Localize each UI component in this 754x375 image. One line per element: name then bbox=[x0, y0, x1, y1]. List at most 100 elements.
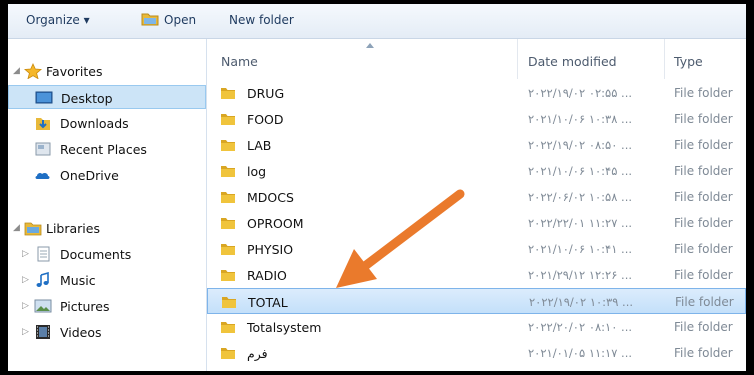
file-date-modified: ۲۰۲۱/۲۹/۱۲ ۱۲:۲۶ ... bbox=[528, 268, 633, 282]
onedrive-icon bbox=[35, 172, 50, 179]
folder-icon bbox=[221, 270, 235, 281]
file-date-modified: ۲۰۲۲/۲۰/۰۲ ۰۸:۱۰ ... bbox=[528, 320, 633, 334]
collapse-arrow-icon[interactable]: ◢ bbox=[13, 223, 20, 233]
nav-label: Music bbox=[60, 273, 96, 288]
column-date-modified[interactable]: Date modified bbox=[528, 54, 617, 69]
open-folder-icon[interactable] bbox=[141, 12, 159, 26]
file-row[interactable]: MDOCS ۲۰۲۲/۰۶/۰۲ ۱۰:۵۸ ... File folder bbox=[207, 184, 746, 210]
nav-item-onedrive[interactable]: OneDrive bbox=[8, 163, 206, 187]
file-row[interactable]: FOOD ۲۰۲۱/۱۰/۰۶ ۱۰:۳۸ ... File folder bbox=[207, 106, 746, 132]
file-date-modified: ۲۰۲۱/۱۰/۰۶ ۱۰:۴۱ ... bbox=[528, 242, 633, 256]
folder-icon bbox=[221, 244, 235, 255]
file-row[interactable]: Totalsystem ۲۰۲۲/۲۰/۰۲ ۰۸:۱۰ ... File fold… bbox=[207, 314, 746, 340]
file-name: MDOCS bbox=[247, 190, 294, 205]
file-date-modified: ۲۰۲۱/۱۰/۰۶ ۱۰:۴۵ ... bbox=[528, 164, 633, 178]
nav-label: Libraries bbox=[46, 221, 100, 236]
collapse-arrow-icon[interactable]: ◢ bbox=[13, 66, 20, 76]
music-icon bbox=[36, 272, 49, 287]
expand-arrow-icon[interactable]: ▷ bbox=[22, 301, 29, 311]
libraries-icon bbox=[24, 222, 42, 236]
nav-label: Desktop bbox=[61, 91, 113, 106]
expand-arrow-icon[interactable]: ▷ bbox=[22, 327, 29, 337]
file-type: File folder bbox=[674, 268, 733, 282]
file-date-modified: ۲۰۲۲/۲۲/۰۱ ۱۱:۲۷ ... bbox=[528, 216, 633, 230]
expand-arrow-icon[interactable]: ▷ bbox=[22, 275, 29, 285]
file-name: LAB bbox=[247, 138, 272, 153]
file-date-modified: ۲۰۲۲/۰۶/۰۲ ۱۰:۵۸ ... bbox=[528, 190, 633, 204]
file-date-modified: ۲۰۲۲/۱۹/۰۲ ۰۸:۵۰ ... bbox=[528, 138, 633, 152]
file-name: PHYSIO bbox=[247, 242, 294, 257]
nav-label: Recent Places bbox=[60, 142, 147, 157]
file-type: File folder bbox=[675, 295, 734, 309]
column-header: Name Date modified Type bbox=[207, 39, 746, 79]
file-name: RADIO bbox=[247, 268, 287, 283]
folder-icon bbox=[221, 192, 235, 203]
file-name: TOTAL bbox=[248, 295, 288, 310]
nav-label: OneDrive bbox=[60, 168, 119, 183]
file-row[interactable]: OPROOM ۲۰۲۲/۲۲/۰۱ ۱۱:۲۷ ... File folder bbox=[207, 210, 746, 236]
file-type: File folder bbox=[674, 86, 733, 100]
file-type: File folder bbox=[674, 216, 733, 230]
file-row[interactable]: PHYSIO ۲۰۲۱/۱۰/۰۶ ۱۰:۴۱ ... File folder bbox=[207, 236, 746, 262]
nav-libraries[interactable]: ◢ Libraries bbox=[8, 216, 206, 240]
file-row[interactable]: DRUG ۲۰۲۲/۱۹/۰۲ ۰۲:۵۵ ... File folder bbox=[207, 80, 746, 106]
nav-label: Videos bbox=[60, 325, 102, 340]
nav-item-desktop[interactable]: Desktop bbox=[8, 85, 206, 109]
file-date-modified: ۲۰۲۲/۱۹/۰۲ ۰۲:۵۵ ... bbox=[528, 86, 633, 100]
file-date-modified: ۲۰۲۱/۱۰/۰۶ ۱۰:۳۸ ... bbox=[528, 112, 633, 126]
file-date-modified: ۲۰۲۲/۱۹/۰۲ ۱۰:۳۹ ... bbox=[529, 295, 634, 309]
desktop-icon bbox=[35, 91, 53, 104]
file-type: File folder bbox=[674, 190, 733, 204]
nav-item-videos[interactable]: ▷ Videos bbox=[8, 320, 206, 344]
nav-label: Favorites bbox=[46, 64, 103, 79]
videos-icon bbox=[36, 325, 50, 339]
file-row[interactable]: RADIO ۲۰۲۱/۲۹/۱۲ ۱۲:۲۶ ... File folder bbox=[207, 262, 746, 288]
sort-ascending-icon bbox=[366, 43, 374, 48]
nav-item-recent-places[interactable]: Recent Places bbox=[8, 137, 206, 161]
folder-icon bbox=[221, 140, 235, 151]
documents-icon bbox=[37, 246, 50, 262]
explorer-window: Organize ▾ Open New folder ◢ Favorites D… bbox=[8, 4, 746, 371]
star-icon bbox=[24, 63, 42, 79]
recent-places-icon bbox=[35, 142, 51, 156]
folder-icon bbox=[221, 322, 235, 333]
command-bar: Organize ▾ Open New folder bbox=[8, 4, 746, 39]
nav-item-pictures[interactable]: ▷ Pictures bbox=[8, 294, 206, 318]
file-name: DRUG bbox=[247, 86, 285, 101]
nav-label: Downloads bbox=[60, 116, 129, 131]
column-name[interactable]: Name bbox=[221, 54, 258, 69]
file-type: File folder bbox=[674, 242, 733, 256]
nav-item-music[interactable]: ▷ Music bbox=[8, 268, 206, 292]
file-row[interactable]: TOTAL ۲۰۲۲/۱۹/۰۲ ۱۰:۳۹ ... File folder bbox=[207, 288, 746, 314]
file-row[interactable]: log ۲۰۲۱/۱۰/۰۶ ۱۰:۴۵ ... File folder bbox=[207, 158, 746, 184]
column-type[interactable]: Type bbox=[674, 54, 703, 69]
file-name: فرم bbox=[247, 346, 268, 361]
file-type: File folder bbox=[674, 112, 733, 126]
folder-icon bbox=[221, 114, 235, 125]
file-type: File folder bbox=[674, 320, 733, 334]
nav-item-documents[interactable]: ▷ Documents bbox=[8, 242, 206, 266]
file-type: File folder bbox=[674, 138, 733, 152]
folder-icon bbox=[221, 88, 235, 99]
file-list: DRUG ۲۰۲۲/۱۹/۰۲ ۰۲:۵۵ ... File folder FOOD ۲… bbox=[207, 80, 746, 371]
organize-button[interactable]: Organize ▾ bbox=[26, 13, 90, 27]
folder-icon bbox=[221, 218, 235, 229]
file-type: File folder bbox=[674, 346, 733, 360]
file-row[interactable]: فرم ۲۰۲۱/۰۱/۰۵ ۱۱:۱۷ ... File folder bbox=[207, 340, 746, 366]
nav-favorites[interactable]: ◢ Favorites bbox=[8, 59, 206, 83]
open-button[interactable]: Open bbox=[164, 13, 196, 27]
navigation-pane: ◢ Favorites Desktop Downloads Recent Pla… bbox=[8, 39, 207, 371]
nav-label: Pictures bbox=[60, 299, 110, 314]
folder-icon bbox=[221, 166, 235, 177]
file-row[interactable]: LAB ۲۰۲۲/۱۹/۰۲ ۰۸:۵۰ ... File folder bbox=[207, 132, 746, 158]
file-name: FOOD bbox=[247, 112, 284, 127]
pictures-icon bbox=[34, 299, 52, 313]
file-name: OPROOM bbox=[247, 216, 304, 231]
folder-icon bbox=[221, 348, 235, 359]
nav-label: Documents bbox=[60, 247, 132, 262]
column-divider[interactable] bbox=[517, 39, 518, 79]
expand-arrow-icon[interactable]: ▷ bbox=[22, 249, 29, 259]
new-folder-button[interactable]: New folder bbox=[229, 13, 294, 27]
column-divider[interactable] bbox=[664, 39, 665, 79]
nav-item-downloads[interactable]: Downloads bbox=[8, 111, 206, 135]
